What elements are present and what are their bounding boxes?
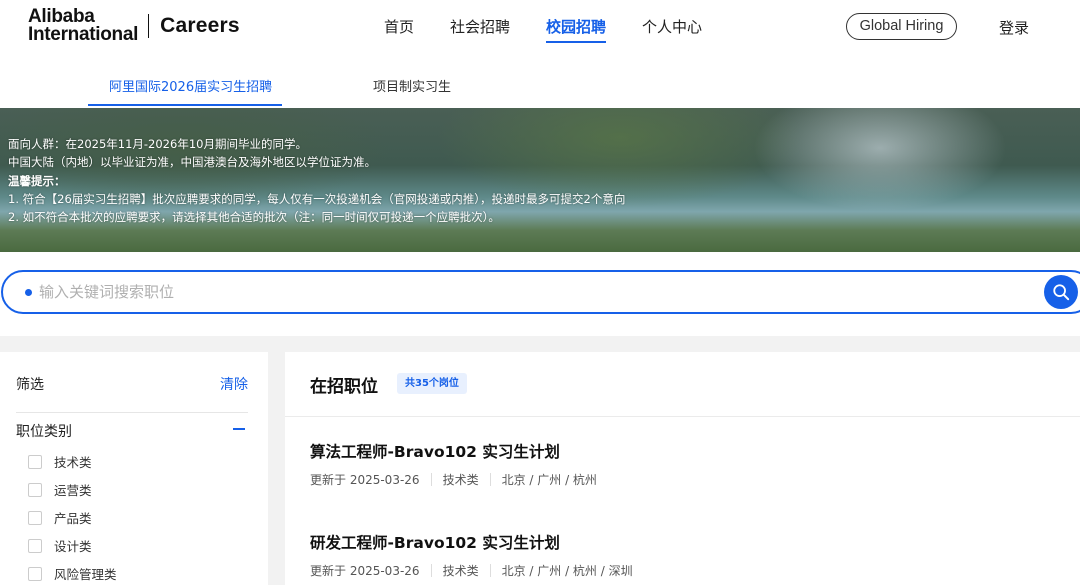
filter-title: 筛选 xyxy=(16,377,44,393)
job-card[interactable]: 研发工程师-Bravo102 实习生计划 更新于 2025-03-26 技术类 … xyxy=(310,531,633,579)
checkbox[interactable] xyxy=(28,482,42,497)
nav-campus-recruitment[interactable]: 校园招聘 xyxy=(546,16,607,44)
logo-wordmark: Alibaba International xyxy=(28,7,139,45)
checkbox[interactable] xyxy=(28,510,42,525)
search-icon xyxy=(1053,284,1070,301)
banner-tip-heading: 温馨提示： xyxy=(8,174,66,188)
category-label: 产品类 xyxy=(54,511,92,526)
job-updated: 更新于 2025-03-26 xyxy=(310,564,420,578)
search-button[interactable] xyxy=(1044,275,1078,309)
category-option-design[interactable]: 设计类 xyxy=(28,536,92,555)
brand-logo[interactable]: Alibaba International Careers xyxy=(28,7,240,45)
divider xyxy=(285,416,1080,417)
banner-tip-2: 2. 如不符合本批次的应聘要求，请选择其他合适的批次（注：同一时间仅可投递一个应… xyxy=(8,210,500,224)
category-label: 运营类 xyxy=(54,483,92,498)
sub-tabs: 阿里国际2026届实习生招聘 项目制实习生 xyxy=(0,62,1080,108)
tab-2026-intern[interactable]: 阿里国际2026届实习生招聘 xyxy=(109,76,272,95)
category-label: 技术类 xyxy=(54,455,92,470)
meta-divider xyxy=(489,473,491,486)
tab-project-intern[interactable]: 项目制实习生 xyxy=(373,76,451,95)
category-label: 设计类 xyxy=(54,539,92,554)
active-tab-indicator xyxy=(88,104,282,106)
checkbox[interactable] xyxy=(28,454,42,469)
logo-careers-text: Careers xyxy=(160,14,240,37)
search-section xyxy=(0,252,1080,336)
category-label: 风险管理类 xyxy=(54,567,117,582)
job-card[interactable]: 算法工程师-Bravo102 实习生计划 更新于 2025-03-26 技术类 … xyxy=(310,440,597,488)
filter-clear-button[interactable]: 清除 xyxy=(220,374,248,394)
meta-divider xyxy=(430,564,432,577)
job-category: 技术类 xyxy=(442,473,479,487)
search-input[interactable] xyxy=(39,280,939,304)
site-header: Alibaba International Careers 首页 社会招聘 校园… xyxy=(0,0,1080,108)
job-title[interactable]: 研发工程师-Bravo102 实习生计划 xyxy=(310,531,633,553)
banner-certificate-note: 中国大陆（内地）以毕业证为准，中国港澳台及海外地区以学位证为准。 xyxy=(8,155,376,169)
category-option-risk[interactable]: 风险管理类 xyxy=(28,564,117,583)
checkbox[interactable] xyxy=(28,566,42,581)
filter-panel: 筛选 清除 职位类别 技术类 运营类 产品类 设计类 风险管理类 xyxy=(0,352,268,585)
job-locations: 北京 / 广州 / 杭州 xyxy=(501,473,597,487)
banner-tip-1: 1. 符合【26届实习生招聘】批次应聘要求的同学，每人仅有一次投递机会（官网投递… xyxy=(8,192,626,206)
job-updated: 更新于 2025-03-26 xyxy=(310,473,420,487)
job-meta: 更新于 2025-03-26 技术类 北京 / 广州 / 杭州 / 深圳 xyxy=(310,562,633,579)
category-option-operations[interactable]: 运营类 xyxy=(28,480,92,499)
nav-home[interactable]: 首页 xyxy=(384,16,414,44)
login-link[interactable]: 登录 xyxy=(999,17,1029,38)
checkbox[interactable] xyxy=(28,538,42,553)
meta-divider xyxy=(430,473,432,486)
search-dot-icon xyxy=(25,289,32,296)
job-list-title: 在招职位 xyxy=(310,377,378,397)
job-title[interactable]: 算法工程师-Bravo102 实习生计划 xyxy=(310,440,597,462)
nav-social-recruitment[interactable]: 社会招聘 xyxy=(450,16,510,44)
meta-divider xyxy=(489,564,491,577)
collapse-minus-icon[interactable] xyxy=(233,428,245,430)
category-option-product[interactable]: 产品类 xyxy=(28,508,92,527)
banner: 面向人群：在2025年11月-2026年10月期间毕业的同学。 中国大陆（内地）… xyxy=(0,108,1080,252)
job-meta: 更新于 2025-03-26 技术类 北京 / 广州 / 杭州 xyxy=(310,471,597,488)
job-locations: 北京 / 广州 / 杭州 / 深圳 xyxy=(501,564,633,578)
logo-line-2: International xyxy=(28,24,139,45)
main-nav: 首页 社会招聘 校园招聘 个人中心 xyxy=(384,16,738,44)
category-option-tech[interactable]: 技术类 xyxy=(28,452,92,471)
global-hiring-button[interactable]: Global Hiring xyxy=(846,13,957,40)
search-bar xyxy=(1,270,1080,314)
category-title: 职位类别 xyxy=(16,424,72,440)
divider xyxy=(16,412,248,413)
banner-audience: 面向人群：在2025年11月-2026年10月期间毕业的同学。 xyxy=(8,137,307,151)
nav-personal-center[interactable]: 个人中心 xyxy=(642,16,702,44)
job-category: 技术类 xyxy=(442,564,479,578)
job-count-badge: 共35个岗位 xyxy=(397,373,467,394)
job-list-panel: 在招职位 共35个岗位 算法工程师-Bravo102 实习生计划 更新于 202… xyxy=(285,352,1080,585)
logo-divider xyxy=(148,14,150,38)
